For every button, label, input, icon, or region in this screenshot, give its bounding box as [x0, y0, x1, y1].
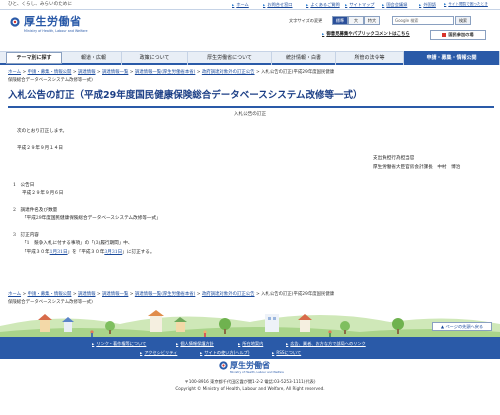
breadcrumb-current-tail: 保険総合データベースシステム改修等一式) — [8, 78, 93, 83]
breadcrumb-application[interactable]: 申請・募集・情報公開 — [28, 70, 72, 75]
breadcrumb-procurement-list-hq[interactable]: 調達情報一覧(厚生労働省本省) — [135, 70, 196, 75]
fontsize-standard-button[interactable]: 標準 — [332, 16, 348, 25]
footer-link-copyright[interactable]: リンク・著作権等について — [92, 341, 146, 347]
breadcrumb: ホーム > 申請・募集・情報公開 > 調達情報 > 調達情報一覧 > 調達情報一… — [8, 70, 335, 83]
top-link-foreign-languages[interactable]: 外国語 — [419, 2, 436, 8]
footer-mhlw-logo-icon — [219, 361, 228, 370]
top-link-home[interactable]: ホーム — [232, 2, 248, 8]
public-comment-link[interactable]: 御意見募集やパブリックコメントはこちら — [322, 32, 409, 38]
doc-s3-mid: 」を「平成３０年 — [67, 250, 105, 255]
footer-link-help[interactable]: サイトの使い方(ヘルプ) — [200, 350, 249, 356]
top-link-sitemap[interactable]: サイトマップ — [345, 2, 374, 8]
footer-address: 〒100-8916 東京都千代田区霞が関1-2-2 電話:03-5253-111… — [184, 379, 316, 384]
footer-link-accessibility[interactable]: アクセシビリティ — [140, 350, 177, 356]
logo-subtitle: Ministry of Health, Labour and Welfare — [24, 29, 88, 33]
footer-logo-subtitle: Ministry of Health, Labour and Welfare — [230, 370, 284, 374]
citizen-participation-button[interactable]: 国民参加の場 — [430, 30, 486, 40]
site-tagline: ひと、くらし、みらいのために — [8, 2, 72, 7]
doc-s3-old-date: 1月31日 — [49, 250, 68, 255]
top-link-help[interactable]: サイト閲覧で困ったとき — [444, 2, 488, 7]
breadcrumb-correction-notices[interactable]: 政府調達対象外の訂正公告 — [202, 70, 255, 75]
top-link-faq[interactable]: よくあるご質問 — [306, 2, 339, 8]
breadcrumb-bottom-procurement-list-hq[interactable]: 調達情報一覧(厚生労働省本省) — [135, 292, 196, 297]
top-link-diet-records[interactable]: 国会会議録 — [382, 2, 407, 8]
doc-issuer-name: 厚生労働省大臣官房会計課長 中村 博治 — [373, 165, 461, 170]
doc-intro: 次のとおり訂正します。 — [17, 129, 68, 134]
page-top-label: ページの先頭へ戻る — [445, 324, 484, 329]
citizen-participation-label: 国民参加の場 — [448, 32, 474, 37]
doc-section3-line2: 「平成３０年1月31日」を「平成３０年3月31日」に訂正する。 — [22, 250, 154, 256]
footer-link-rss[interactable]: RSSについて — [272, 350, 301, 356]
document-title: 入札公告の訂正 — [233, 112, 267, 117]
page-top-button[interactable]: ▲ ページの先頭へ戻る — [432, 322, 492, 331]
doc-section2-body: 「平成29年度国民健康保険総合データベースシステム改修等一式」 — [22, 216, 161, 221]
gnav-about[interactable]: 厚生労働省について — [188, 51, 272, 65]
doc-s3-pre: 「平成３０年 — [22, 250, 50, 255]
doc-s3-post: 」に訂正する。 — [122, 250, 155, 255]
footer-link-location[interactable]: 所在地案内 — [238, 341, 263, 347]
gnav-statistics[interactable]: 統計情報・白書 — [272, 51, 336, 65]
footer-link-bureaus[interactable]: 広告、業者、お方な方で部局へのリンク — [286, 341, 365, 347]
breadcrumb-bottom-procurement[interactable]: 調達情報 — [78, 292, 96, 297]
doc-date: 平成２９年９月１４日 — [17, 146, 63, 151]
fontsize-large-button[interactable]: 大 — [348, 16, 364, 25]
gnav-press[interactable]: 報道・広報 — [66, 51, 122, 65]
search-button[interactable]: 検索 — [455, 16, 471, 25]
breadcrumb-bottom-current: 入札公告の訂正(平成29年度国民健康 — [261, 292, 335, 297]
search-input[interactable]: Google 検索 — [392, 16, 454, 25]
page-title: 入札公告の訂正（平成29年度国民健康保険総合データベースシステム改修等一式） — [8, 90, 494, 108]
gnav-theme-search[interactable]: テーマ別に探す — [6, 52, 62, 64]
gnav-application[interactable]: 申請・募集・情報公開 — [404, 51, 500, 65]
fontsize-label: 文字サイズの変更 — [289, 18, 323, 23]
footer-link-privacy[interactable]: 個人情報保護方針 — [176, 341, 214, 347]
breadcrumb-current: 入札公告の訂正(平成29年度国民健康 — [261, 70, 335, 75]
gnav-laws[interactable]: 所管の法令等 — [336, 51, 404, 65]
breadcrumb-bottom-application[interactable]: 申請・募集・情報公開 — [28, 292, 72, 297]
doc-section2-heading: 2 調達件名及び数量 — [13, 208, 58, 213]
breadcrumb-bottom-procurement-list[interactable]: 調達情報一覧 — [102, 292, 128, 297]
breadcrumb-bottom-correction-notices[interactable]: 政府調達対象外の訂正公告 — [202, 292, 255, 297]
breadcrumb-procurement-list[interactable]: 調達情報一覧 — [102, 70, 128, 75]
doc-issuer-title: 支出負担行為担当官 — [373, 156, 415, 161]
doc-s3-new-date: 3月31日 — [104, 250, 123, 255]
doc-section3-line1: 「1 競争入札に付する事項」の「(3)履行期間」中、 — [22, 241, 133, 246]
doc-section1-heading: 1 公告日 — [13, 183, 35, 188]
fontsize-extra-large-button[interactable]: 特大 — [364, 16, 380, 25]
breadcrumb-procurement[interactable]: 調達情報 — [78, 70, 96, 75]
doc-section3-heading: 3 訂正内容 — [13, 233, 39, 238]
gnav-policy[interactable]: 政策について — [122, 51, 188, 65]
doc-section1-body: 平成２９年９月６日 — [22, 191, 64, 196]
top-link-contact[interactable]: お問合せ窓口 — [263, 2, 292, 8]
logo-title: 厚生労働省 — [24, 15, 82, 28]
mhlw-logo-icon — [10, 17, 20, 27]
breadcrumb-bottom-home[interactable]: ホーム — [8, 292, 21, 297]
footer-copyright: Copyright © Ministry of Health, Labour a… — [175, 386, 325, 391]
breadcrumb-home[interactable]: ホーム — [8, 70, 21, 75]
citizen-participation-icon — [442, 33, 447, 37]
town-scenery-illustration — [0, 310, 500, 340]
